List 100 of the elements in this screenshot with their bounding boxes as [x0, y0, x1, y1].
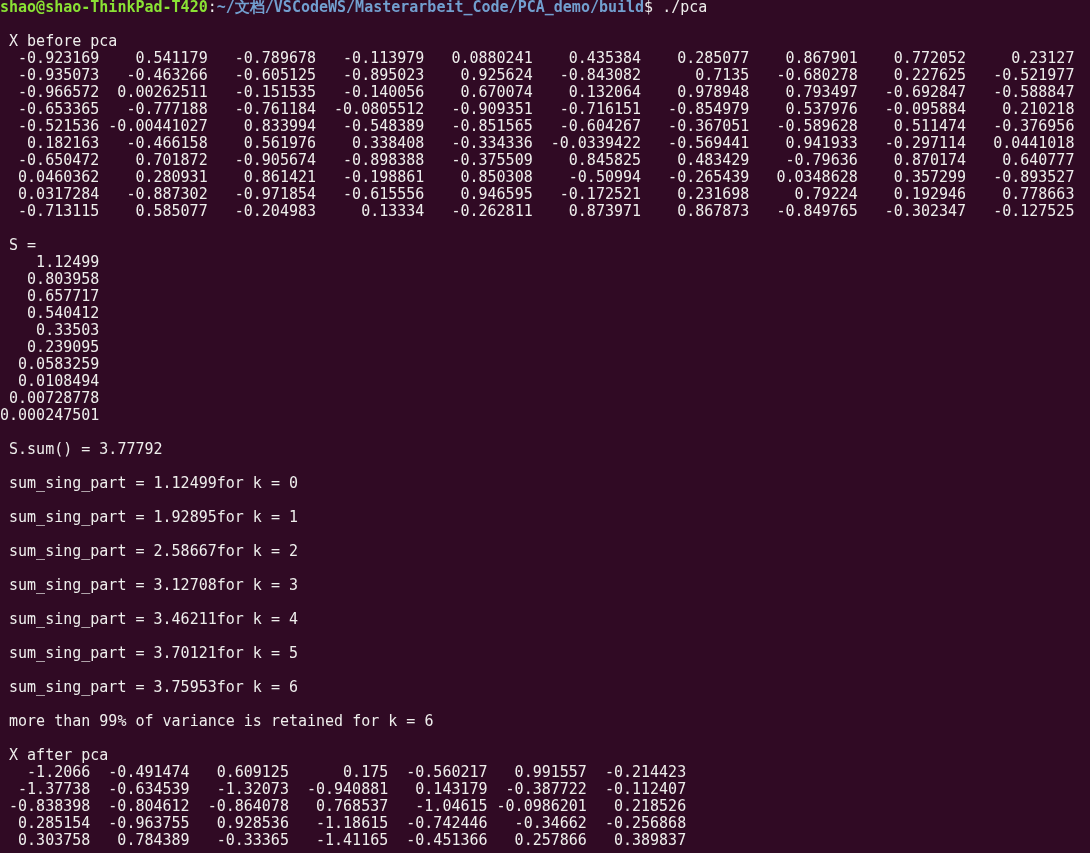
matrix-value: -0.909351: [450, 101, 533, 118]
matrix-value: 0.701872: [134, 152, 208, 169]
matrix-value: 0.338408: [351, 135, 425, 152]
matrix-value: 0.803958: [26, 271, 100, 288]
matrix-value: 0.00262511: [116, 84, 208, 101]
matrix-value: -0.548389: [342, 118, 425, 135]
matrix-value: -0.214423: [603, 764, 687, 781]
matrix-value: -0.560217: [405, 764, 488, 781]
matrix-value: 0.928536: [215, 815, 289, 832]
matrix-value: -0.140056: [342, 84, 425, 101]
matrix-value: 0.925624: [459, 67, 533, 84]
matrix-value: -0.33365: [215, 832, 289, 849]
matrix-value: -0.895023: [342, 67, 425, 84]
matrix-value: 0.435384: [567, 50, 642, 67]
matrix-value: -0.34662: [513, 815, 587, 832]
matrix-value: -0.112407: [603, 781, 687, 798]
matrix-value: -0.0805512: [333, 101, 425, 118]
matrix-value: -0.79636: [784, 152, 858, 169]
matrix-value: 0.640777: [1001, 152, 1075, 169]
matrix-value: -0.849765: [775, 203, 858, 220]
matrix-value: -0.605125: [233, 67, 316, 84]
matrix-value: -0.971854: [233, 186, 316, 203]
matrix-value: 0.280931: [134, 169, 208, 186]
matrix-value: -0.521977: [992, 67, 1075, 84]
matrix-value: 0.13334: [360, 203, 425, 220]
matrix-value: 0.867901: [784, 50, 858, 67]
matrix-value: -0.463266: [125, 67, 208, 84]
matrix-value: -0.893527: [992, 169, 1075, 186]
output-line: sum_sing_part = 3.70121for k = 5: [8, 645, 298, 662]
matrix-value: 0.000247501: [0, 407, 100, 424]
matrix-value: -0.367051: [667, 118, 750, 135]
matrix-value: 0.218526: [612, 798, 687, 815]
matrix-value: -1.04615: [414, 798, 488, 815]
matrix-value: 0.793497: [784, 84, 858, 101]
matrix-value: 0.0348628: [775, 169, 858, 186]
matrix-value: 0.941933: [784, 135, 858, 152]
matrix-value: -0.923169: [17, 50, 100, 67]
matrix-value: 0.670074: [459, 84, 533, 101]
matrix-value: -0.692847: [883, 84, 967, 101]
matrix-value: -0.113979: [342, 50, 425, 67]
matrix-value: 0.845825: [567, 152, 642, 169]
matrix-value: -0.851565: [450, 118, 533, 135]
matrix-value: -0.589628: [775, 118, 858, 135]
matrix-value: -0.713115: [17, 203, 100, 220]
matrix-value: -0.491474: [107, 764, 190, 781]
matrix-value: -0.854979: [667, 101, 750, 118]
matrix-value: -0.940881: [305, 781, 389, 798]
matrix-value: 0.609125: [215, 764, 289, 781]
output-line: more than 99% of variance is retained for k = 6: [8, 713, 434, 730]
matrix-value: 0.227625: [892, 67, 967, 84]
output-heading: X before pca: [8, 33, 118, 50]
matrix-value: -0.302347: [883, 203, 967, 220]
matrix-value: -0.50994: [567, 169, 642, 186]
matrix-value: -0.151535: [233, 84, 316, 101]
matrix-value: -0.198861: [342, 169, 425, 186]
matrix-value: 0.231698: [676, 186, 750, 203]
matrix-value: -0.761184: [233, 101, 316, 118]
matrix-value: 0.784389: [116, 832, 190, 849]
output-line: sum_sing_part = 1.12499for k = 0: [8, 475, 298, 492]
matrix-value: 0.946595: [459, 186, 533, 203]
matrix-value: 0.303758: [17, 832, 91, 849]
matrix-value: -0.650472: [17, 152, 100, 169]
matrix-value: 0.0460362: [17, 169, 100, 186]
matrix-value: 0.285154: [17, 815, 91, 832]
matrix-value: -0.843082: [558, 67, 642, 84]
matrix-value: -0.0986201: [496, 798, 587, 815]
matrix-value: 0.867873: [676, 203, 750, 220]
matrix-value: -0.466158: [125, 135, 208, 152]
matrix-value: -0.898388: [342, 152, 425, 169]
matrix-value: 0.00728778: [8, 390, 100, 407]
matrix-value: 0.0108494: [17, 373, 100, 390]
matrix-value: -0.653365: [17, 101, 100, 118]
output-line: sum_sing_part = 2.58667for k = 2: [8, 543, 298, 560]
matrix-value: -0.265439: [667, 169, 750, 186]
matrix-value: -0.387722: [504, 781, 587, 798]
matrix-value: -0.680278: [775, 67, 858, 84]
matrix-value: 0.357299: [892, 169, 967, 186]
matrix-value: -0.966572: [17, 84, 100, 101]
matrix-value: 0.540412: [26, 305, 100, 322]
output-line: S.sum() = 3.77792: [8, 441, 163, 458]
matrix-value: 0.772052: [892, 50, 967, 67]
matrix-value: -1.37738: [17, 781, 91, 798]
matrix-value: -0.838398: [8, 798, 91, 815]
output-heading: X after pca: [8, 747, 109, 764]
matrix-value: 0.0441018: [992, 135, 1075, 152]
matrix-value: 0.192946: [892, 186, 967, 203]
matrix-value: -0.375509: [450, 152, 533, 169]
matrix-value: -0.00441027: [108, 118, 208, 135]
matrix-value: 0.585077: [134, 203, 208, 220]
matrix-value: -0.334336: [450, 135, 533, 152]
matrix-value: 0.182163: [26, 135, 100, 152]
matrix-value: 0.143179: [414, 781, 488, 798]
matrix-value: -1.41165: [315, 832, 389, 849]
matrix-value: -0.172521: [558, 186, 642, 203]
matrix-value: 0.257866: [513, 832, 587, 849]
matrix-value: -0.297114: [883, 135, 967, 152]
matrix-value: -0.777188: [125, 101, 208, 118]
matrix-value: 0.541179: [134, 50, 208, 67]
matrix-value: -0.256868: [603, 815, 687, 832]
matrix-value: -0.0339422: [549, 135, 642, 152]
